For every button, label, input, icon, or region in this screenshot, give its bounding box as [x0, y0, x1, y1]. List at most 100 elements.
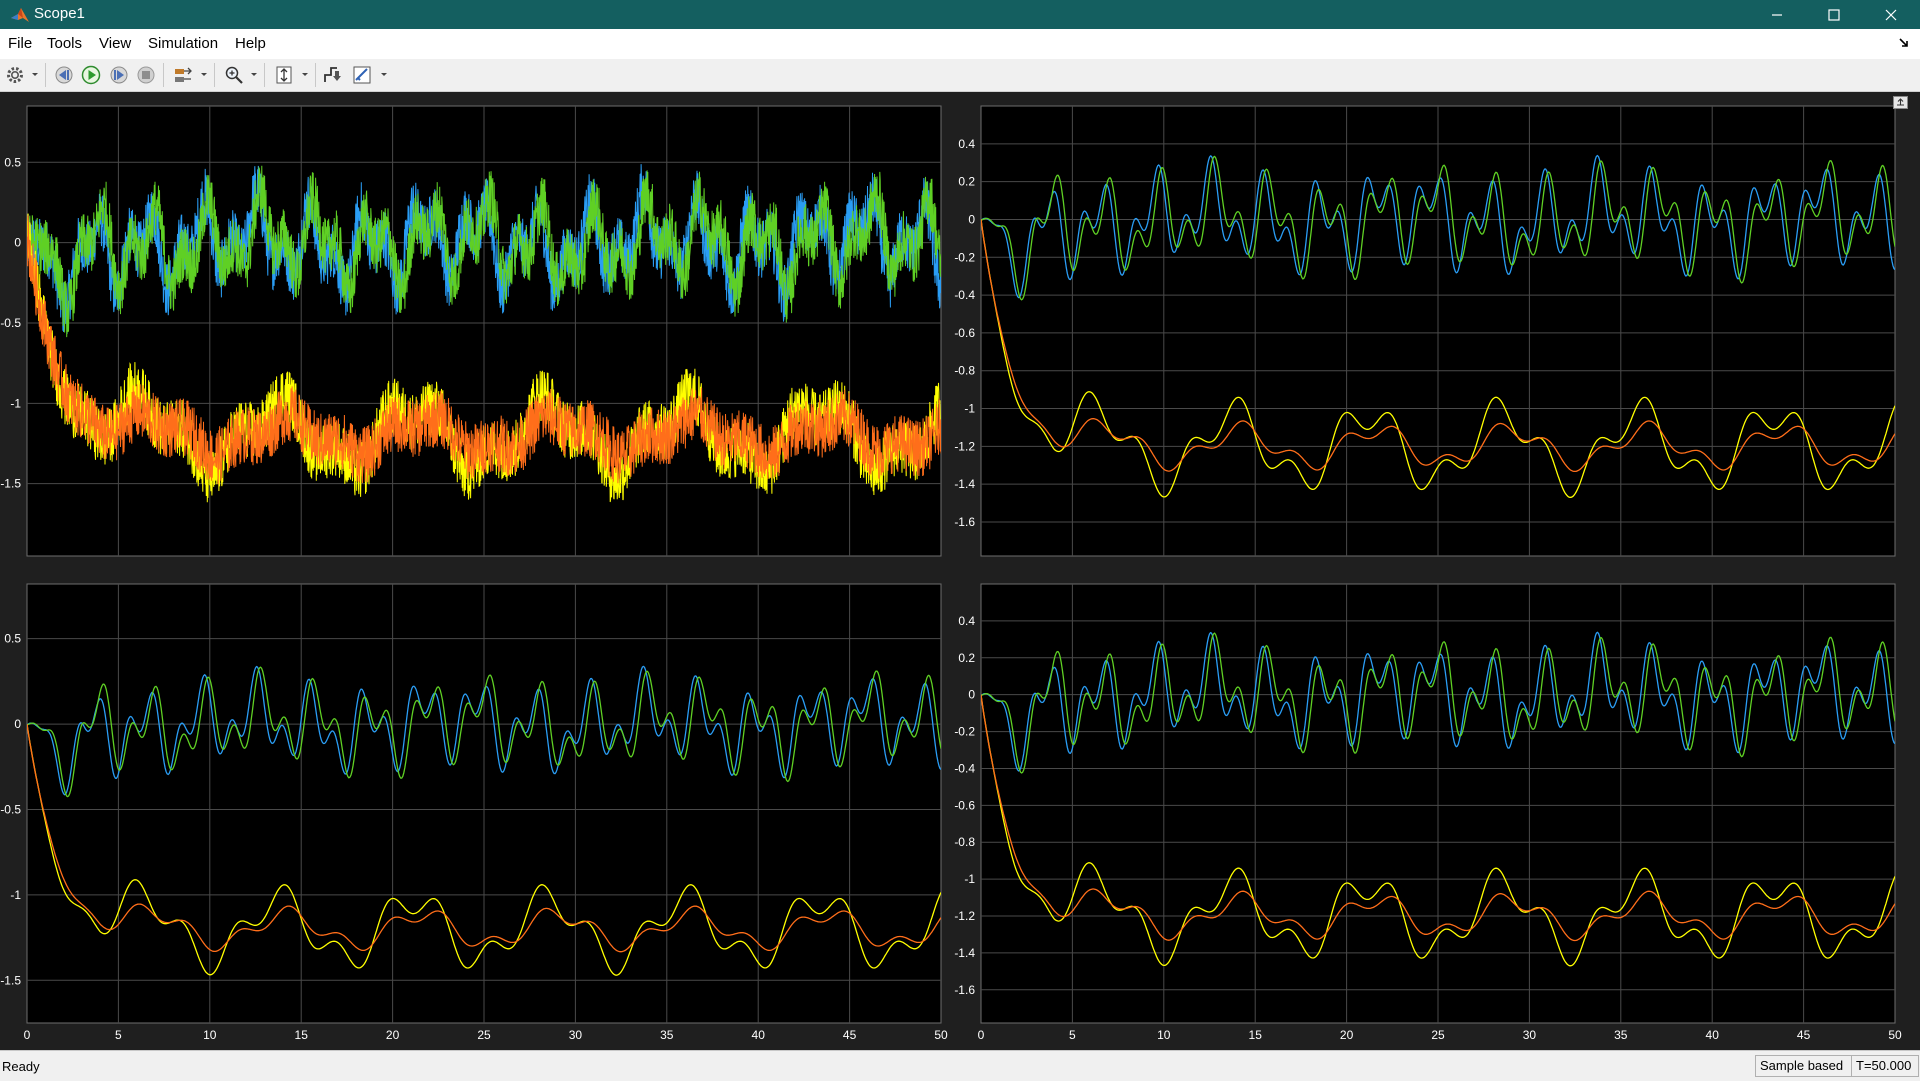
y-tick-label: -1	[964, 402, 975, 416]
menu-tools[interactable]: Tools	[47, 35, 82, 52]
stop-button[interactable]	[135, 64, 157, 86]
y-tick-label: -0.6	[954, 798, 975, 812]
x-tick-label: 15	[295, 1028, 309, 1042]
close-button[interactable]	[1863, 0, 1920, 29]
y-tick-label: 0.2	[958, 651, 975, 665]
status-bar: Ready Sample based T=50.000	[0, 1050, 1920, 1081]
scope-axes-canvas: -1.5 -1 -0.5 0 0.5 -1.6 -1.4 -1.2 -1 -0.8 -0.6 -0.4…	[0, 105, 1902, 1042]
toolbar-separator	[45, 63, 46, 87]
minimize-button[interactable]	[1749, 0, 1806, 29]
triggers-button[interactable]	[322, 64, 344, 86]
status-text: Ready	[2, 1059, 40, 1074]
maximize-icon	[1828, 9, 1840, 21]
x-tick-label: 25	[1431, 1028, 1445, 1042]
y-tick-label: 0.5	[4, 155, 21, 169]
x-tick-label: 50	[934, 1028, 948, 1042]
x-tick-label: 45	[843, 1028, 857, 1042]
y-tick-label: -0.8	[954, 364, 975, 378]
zoom-button[interactable]	[223, 64, 245, 86]
cursor-measurements-dropdown-icon[interactable]	[380, 68, 388, 80]
menu-file[interactable]: File	[8, 35, 32, 52]
x-tick-label: 0	[24, 1028, 31, 1042]
menu-bar: File Tools View Simulation Help	[0, 29, 1920, 59]
simulation-time: T=50.000	[1851, 1055, 1919, 1077]
y-tick-label: 0	[14, 717, 21, 731]
x-tick-label: 25	[477, 1028, 491, 1042]
undock-axes-icon[interactable]	[1893, 96, 1908, 109]
zoom-dropdown-icon[interactable]	[250, 68, 258, 80]
settings-button[interactable]	[4, 64, 26, 86]
y-tick-label: -1.2	[954, 439, 975, 453]
menu-simulation[interactable]: Simulation	[148, 35, 218, 52]
x-tick-label: 10	[1157, 1028, 1171, 1042]
y-tick-label: 0.2	[958, 175, 975, 189]
y-tick-label: 0.5	[4, 632, 21, 646]
toolbar-separator	[315, 63, 316, 87]
x-tick-label: 35	[660, 1028, 674, 1042]
x-tick-label: 45	[1797, 1028, 1811, 1042]
y-tick-label: -1.6	[954, 515, 975, 529]
signal-routing-dropdown-icon[interactable]	[200, 68, 208, 80]
run-button[interactable]	[80, 64, 102, 86]
y-tick-label: -1.2	[954, 909, 975, 923]
step-forward-button[interactable]	[108, 64, 130, 86]
scope-axes-bottom-right: -1.6 -1.4 -1.2 -1 -0.8 -0.6 -0.4 -0.2 0 0.2 0.4 0 5 1…	[954, 583, 1902, 1042]
y-tick-label: 0.4	[958, 614, 975, 628]
triggers-icon	[324, 67, 341, 82]
zoom-in-icon	[225, 66, 243, 84]
signal-routing-icon	[175, 67, 192, 82]
y-tick-label: -0.5	[0, 316, 21, 330]
dock-arrow-icon[interactable]	[1898, 37, 1910, 49]
minimize-icon	[1772, 14, 1782, 16]
y-tick-label: -0.6	[954, 326, 975, 340]
cursor-measurements-button[interactable]	[351, 64, 373, 86]
window-title: Scope1	[34, 5, 85, 22]
toolbar-separator	[214, 63, 215, 87]
y-tick-label: -0.8	[954, 835, 975, 849]
y-tick-label: 0	[968, 212, 975, 226]
scope-axes-top-right: -1.6 -1.4 -1.2 -1 -0.8 -0.6 -0.4 -0.2 0 0.2 0.4	[954, 105, 1896, 557]
matlab-icon	[11, 8, 29, 22]
scale-axes-icon	[276, 66, 292, 84]
settings-dropdown-icon[interactable]	[31, 68, 39, 80]
maximize-button[interactable]	[1806, 0, 1863, 29]
menu-view[interactable]: View	[99, 35, 131, 52]
x-tick-label: 20	[386, 1028, 400, 1042]
toolbar-separator	[264, 63, 265, 87]
y-tick-label: -1.4	[954, 946, 975, 960]
x-tick-label: 50	[1888, 1028, 1902, 1042]
title-bar: Scope1	[0, 0, 1920, 29]
y-tick-label: 0.4	[958, 137, 975, 151]
y-tick-label: -1	[10, 888, 21, 902]
scale-axes-button[interactable]	[273, 64, 295, 86]
x-tick-label: 30	[1523, 1028, 1537, 1042]
y-tick-label: 0	[14, 236, 21, 250]
menu-help[interactable]: Help	[235, 35, 266, 52]
x-tick-label: 35	[1614, 1028, 1628, 1042]
settings-gear-icon	[7, 67, 23, 83]
step-forward-icon	[110, 66, 128, 84]
y-tick-label: -1.5	[0, 477, 21, 491]
x-tick-label: 40	[1706, 1028, 1720, 1042]
x-tick-label: 15	[1249, 1028, 1263, 1042]
y-tick-label: -1	[10, 396, 21, 410]
x-tick-label: 40	[752, 1028, 766, 1042]
x-tick-label: 10	[203, 1028, 217, 1042]
scale-axes-dropdown-icon[interactable]	[301, 68, 309, 80]
step-back-button[interactable]	[53, 64, 75, 86]
stop-icon	[137, 66, 155, 84]
x-tick-label: 20	[1340, 1028, 1354, 1042]
y-tick-label: -0.5	[0, 802, 21, 816]
x-tick-label: 5	[115, 1028, 122, 1042]
y-tick-label: 0	[968, 688, 975, 702]
y-tick-label: -1.5	[0, 973, 21, 987]
signal-routing-button[interactable]	[172, 64, 194, 86]
y-tick-label: -0.4	[954, 288, 975, 302]
scope-plot-area: -1.5 -1 -0.5 0 0.5 -1.6 -1.4 -1.2 -1 -0.8 -0.6 -0.4…	[0, 92, 1920, 1050]
scope-axes-top-left: -1.5 -1 -0.5 0 0.5	[0, 105, 942, 557]
x-tick-label: 5	[1069, 1028, 1076, 1042]
y-tick-label: -0.4	[954, 761, 975, 775]
y-tick-label: -0.2	[954, 725, 975, 739]
toolbar	[0, 59, 1920, 92]
x-tick-label: 0	[978, 1028, 985, 1042]
